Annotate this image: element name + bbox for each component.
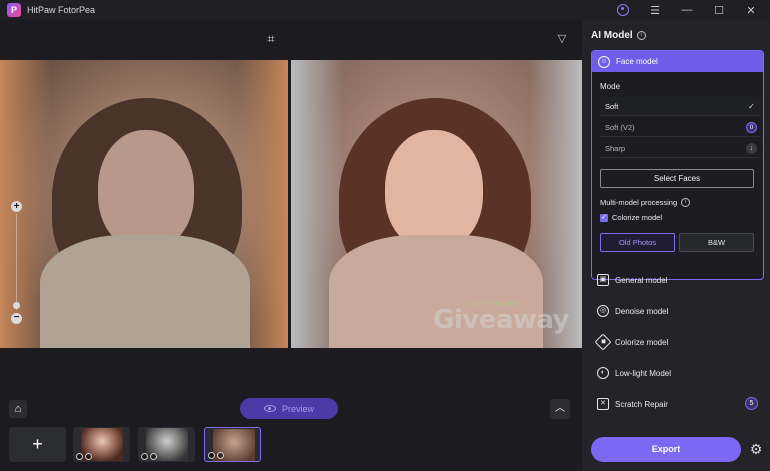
thumbnail-status-icons [208,452,224,459]
download-icon[interactable]: ↓ [746,143,757,154]
colorize-model-checkbox[interactable]: ✓ Colorize model [600,213,662,222]
colorize-icon: ◆ [594,333,612,351]
preview-button[interactable]: Preview [240,398,338,419]
status-icon [141,453,148,460]
feedback-icon[interactable]: ▽ [555,32,569,46]
app-title: HitPaw FotorPea [27,5,96,15]
menu-button[interactable]: ☰ [642,0,668,20]
mode-option-label: Sharp [605,143,626,153]
add-image-button[interactable]: + [9,427,66,462]
thumbnail-status-icons [141,453,157,460]
star-icon [217,452,224,459]
title-bar: P HitPaw FotorPea ☰ — ☐ ✕ [0,0,770,20]
canvas-toolbar: ⌗ ▽ [0,20,582,60]
watermark-text: Giveaway [433,305,570,335]
window-controls: ☰ — ☐ ✕ [610,0,764,20]
multi-model-text: Multi-model processing [600,198,678,207]
export-button[interactable]: Export [591,437,741,462]
ai-model-panel: AI Model i ☺ Face model Mode Soft ✓ Soft… [582,20,770,471]
mode-option-soft[interactable]: Soft ✓ [600,97,761,116]
eye-icon [263,405,276,412]
star-icon [85,453,92,460]
star-icon [150,453,157,460]
colorize-model-text: Colorize model [612,213,663,222]
mode-badge: 0 [746,122,757,133]
app-logo-icon: P [7,3,21,17]
info-icon[interactable]: i [636,31,646,40]
bw-button[interactable]: B&W [679,233,754,252]
model-item-general[interactable]: ▣ General model [591,265,764,295]
close-icon: ✕ [746,4,756,17]
panel-title: AI Model i [591,30,646,41]
multi-model-label: Multi-model processing i [600,198,691,207]
home-icon: ⌂ [14,403,22,415]
photo-dress-shape [40,235,250,348]
maximize-icon: ☐ [714,4,724,17]
checkbox-checked-icon[interactable]: ✓ [600,213,608,222]
model-label: General model [615,275,668,285]
minimize-button[interactable]: — [674,0,700,20]
photo-face-shape [98,130,194,250]
mode-option-sharp[interactable]: Sharp ↓ [600,139,761,158]
check-icon: ✓ [748,102,755,111]
count-badge: 5 [745,397,758,410]
model-label: Denoise model [615,306,669,316]
face-icon: ☺ [598,55,610,68]
mode-label: Mode [600,82,621,91]
home-button[interactable]: ⌂ [9,400,27,418]
zoom-slider-track[interactable] [16,214,17,310]
preview-label: Preview [281,403,314,414]
minimize-icon: — [681,4,693,16]
model-item-scratch-repair[interactable]: ✕ Scratch Repair 5 [591,389,764,419]
image-icon: ▣ [597,274,609,286]
zoom-out-button[interactable]: − [11,313,22,324]
face-model-header[interactable]: ☺ Face model [592,51,763,72]
lowlight-icon: ◐ [597,367,609,379]
status-icon [208,452,215,459]
app-window: P HitPaw FotorPea ☰ — ☐ ✕ ⌗ ▽ + − SOFTWA… [0,0,770,471]
hamburger-icon: ☰ [650,4,660,17]
original-photo [0,60,288,348]
panel-title-text: AI Model [591,30,633,41]
bottom-bar: ⌂ Preview ︿ + [0,388,582,471]
info-icon[interactable]: i [681,198,691,207]
photo-face-shape [385,130,483,250]
status-icon [76,453,83,460]
user-icon [617,4,629,16]
scratch-icon: ✕ [597,398,609,410]
maximize-button[interactable]: ☐ [706,0,732,20]
zoom-in-button[interactable]: + [11,201,22,212]
thumbnail-status-icons [76,453,92,460]
old-photos-button[interactable]: Old Photos [600,233,675,252]
denoise-icon: ◎ [597,305,609,317]
mode-option-soft-v2[interactable]: Soft (V2) 0 [600,118,761,137]
select-faces-button[interactable]: Select Faces [600,169,754,188]
gear-icon[interactable]: ⚙ [748,441,764,457]
model-label: Scratch Repair [615,399,668,409]
thumbnail-item[interactable] [138,427,195,462]
model-item-lowlight[interactable]: ◐ Low-light Model [591,358,764,388]
model-item-colorize[interactable]: ◆ Colorize model [591,327,764,357]
face-model-label: Face model [616,57,658,66]
account-button[interactable] [610,0,636,20]
model-item-denoise[interactable]: ◎ Denoise model [591,296,764,326]
zoom-slider-handle[interactable] [13,302,20,309]
chevron-up-icon: ︿ [555,403,565,414]
thumbnail-item-active[interactable] [204,427,261,462]
face-model-card: ☺ Face model Mode Soft ✓ Soft (V2) 0 Sha… [591,50,764,280]
mode-option-label: Soft (V2) [605,122,635,132]
model-label: Colorize model [615,337,669,347]
collapse-button[interactable]: ︿ [550,399,570,419]
close-button[interactable]: ✕ [738,0,764,20]
thumbnail-item[interactable] [73,427,130,462]
model-label: Low-light Model [615,368,672,378]
crop-icon[interactable]: ⌗ [264,32,278,46]
mode-option-label: Soft [605,101,619,111]
